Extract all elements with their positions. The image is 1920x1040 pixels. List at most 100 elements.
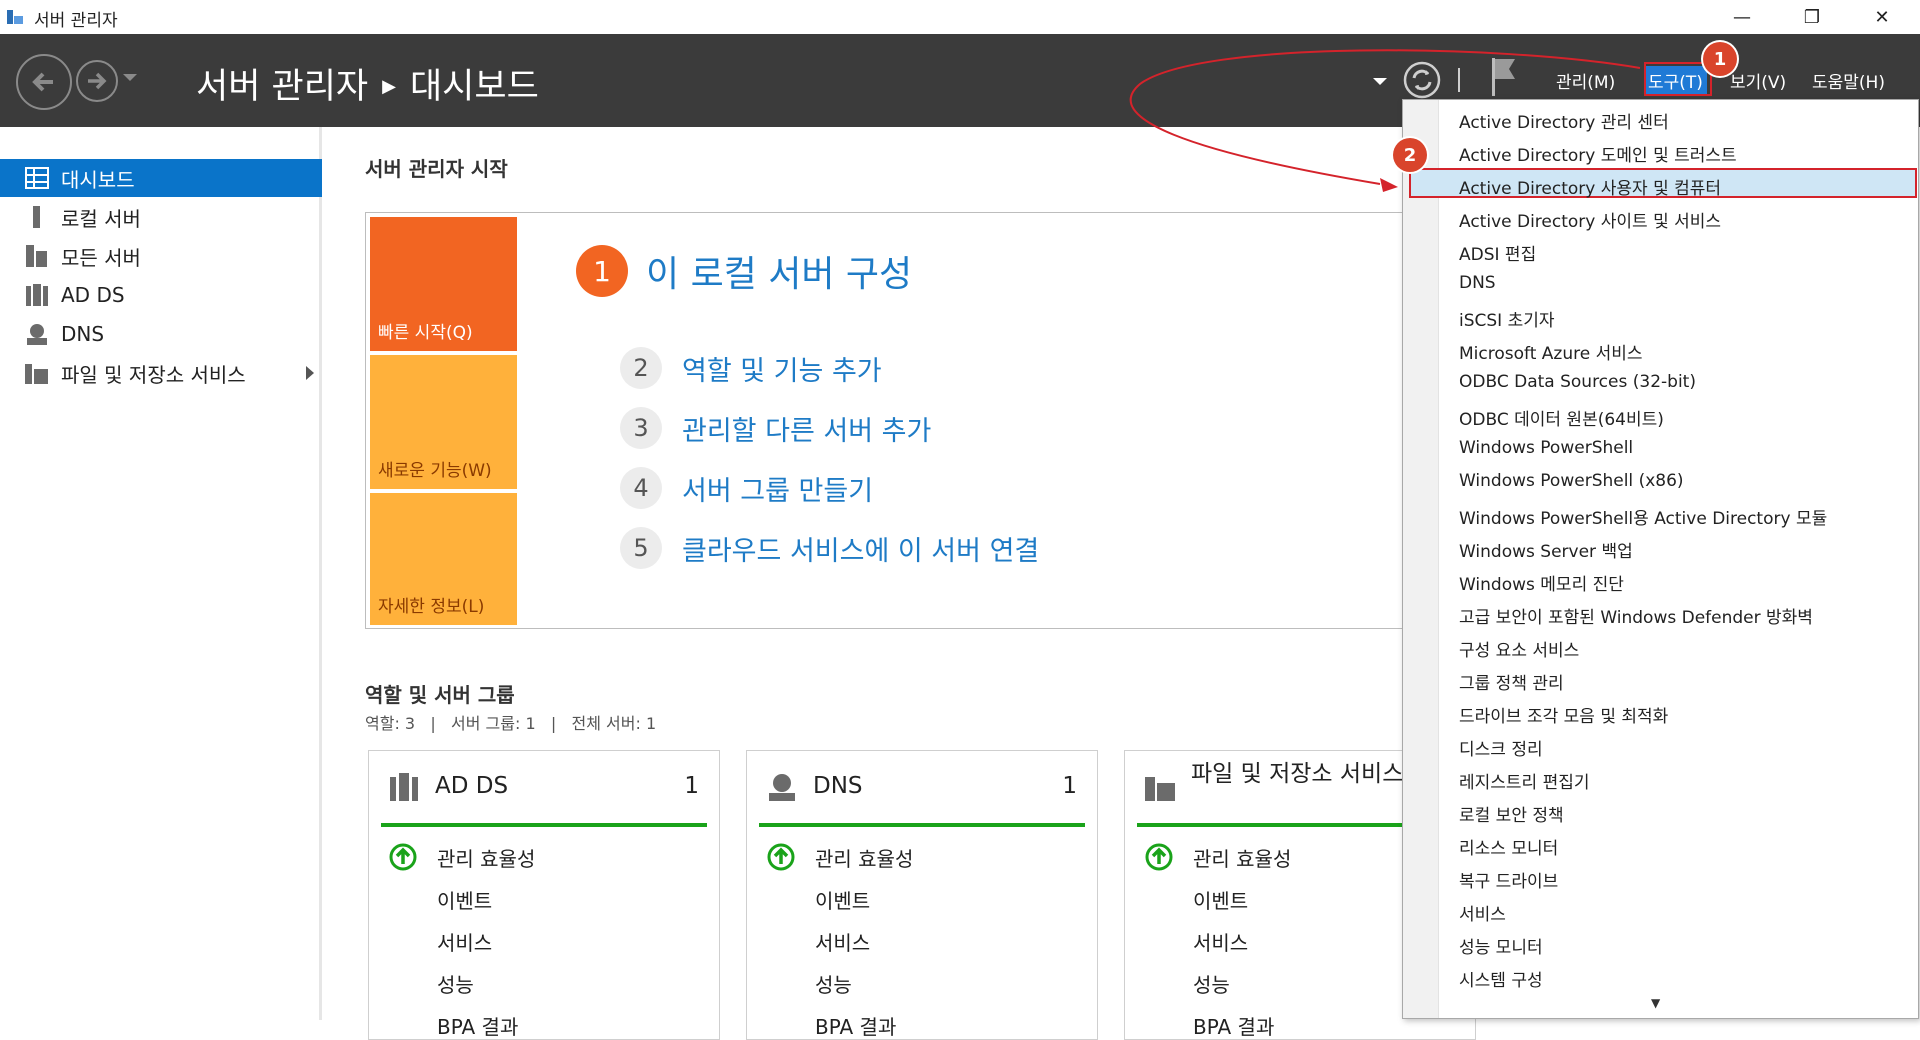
step-label: 관리할 다른 서버 추가 bbox=[682, 415, 932, 447]
menu-item-19[interactable]: 디스크 정리 bbox=[1459, 735, 1543, 760]
sidebar-item-ad-ds[interactable]: AD DS bbox=[0, 276, 322, 314]
card-row-performance[interactable]: 성능 bbox=[815, 969, 852, 998]
menu-item-16[interactable]: 구성 요소 서비스 bbox=[1459, 636, 1579, 661]
menu-item-12[interactable]: Windows PowerShell용 Active Directory 모듈 bbox=[1459, 504, 1827, 529]
expand-arrow-icon[interactable] bbox=[306, 366, 314, 380]
card-row-performance[interactable]: 성능 bbox=[1193, 969, 1230, 998]
file-storage-icon bbox=[1145, 777, 1175, 801]
flag-icon[interactable] bbox=[1490, 56, 1518, 98]
card-row-bpa[interactable]: BPA 결과 bbox=[437, 1011, 518, 1039]
breadcrumb-root[interactable]: 서버 관리자 bbox=[196, 67, 368, 107]
arrow-left-icon bbox=[32, 72, 53, 92]
dns-icon bbox=[769, 774, 795, 801]
breadcrumb: 서버 관리자 ▶ 대시보드 bbox=[196, 58, 539, 109]
step-add-roles[interactable]: 2 역할 및 기능 추가 bbox=[620, 347, 882, 389]
servers-icon bbox=[26, 245, 47, 267]
menu-item-3[interactable]: Active Directory 사이트 및 서비스 bbox=[1459, 207, 1721, 232]
tools-menu-highlight-box bbox=[1644, 62, 1712, 96]
sidebar-item-file-storage[interactable]: 파일 및 저장소 서비스 bbox=[0, 354, 322, 392]
card-count: 1 bbox=[684, 773, 699, 799]
card-row-events[interactable]: 이벤트 bbox=[1193, 885, 1248, 914]
menu-item-0[interactable]: Active Directory 관리 센터 bbox=[1459, 108, 1669, 133]
card-row-manageability[interactable]: 관리 효율성 bbox=[1193, 843, 1291, 872]
welcome-title: 서버 관리자 시작 bbox=[365, 157, 508, 181]
sidebar-item-local-server[interactable]: 로컬 서버 bbox=[0, 198, 322, 236]
menu-item-17[interactable]: 그룹 정책 관리 bbox=[1459, 669, 1564, 694]
menu-item-21[interactable]: 로컬 보안 정책 bbox=[1459, 801, 1564, 826]
card-row-performance[interactable]: 성능 bbox=[437, 969, 474, 998]
card-row-bpa[interactable]: BPA 결과 bbox=[815, 1011, 896, 1039]
step-add-servers[interactable]: 3 관리할 다른 서버 추가 bbox=[620, 407, 931, 449]
card-title: 파일 및 저장소 서비스 bbox=[1191, 761, 1404, 787]
menu-manage[interactable]: 관리(M) bbox=[1556, 68, 1615, 93]
menu-item-8[interactable]: ODBC Data Sources (32-bit) bbox=[1459, 372, 1696, 392]
minimize-button[interactable]: — bbox=[1712, 0, 1772, 34]
menu-item-6[interactable]: iSCSI 초기자 bbox=[1459, 306, 1555, 331]
tile-whats-new[interactable]: 새로운 기능(W) bbox=[370, 355, 517, 489]
sidebar-item-label: 모든 서버 bbox=[61, 245, 141, 270]
card-row-services[interactable]: 서비스 bbox=[815, 927, 870, 956]
card-count: 1 bbox=[1062, 773, 1077, 799]
menu-item-9[interactable]: ODBC 데이터 원본(64비트) bbox=[1459, 405, 1664, 430]
menu-item-23[interactable]: 복구 드라이브 bbox=[1459, 867, 1558, 892]
close-button[interactable]: ✕ bbox=[1852, 0, 1912, 34]
back-button[interactable] bbox=[16, 54, 72, 110]
tools-dropdown-menu: Active Directory 관리 센터 Active Directory 도… bbox=[1402, 99, 1919, 1019]
card-row-manageability[interactable]: 관리 효율성 bbox=[437, 843, 535, 872]
menu-item-13[interactable]: Windows Server 백업 bbox=[1459, 537, 1633, 562]
menu-item-2[interactable]: Active Directory 사용자 및 컴퓨터 bbox=[1459, 174, 1721, 199]
card-row-manageability[interactable]: 관리 효율성 bbox=[815, 843, 913, 872]
card-row-bpa[interactable]: BPA 결과 bbox=[1193, 1011, 1274, 1039]
arrow-right-icon bbox=[88, 72, 107, 90]
menu-item-7[interactable]: Microsoft Azure 서비스 bbox=[1459, 339, 1643, 364]
menu-item-26[interactable]: 시스템 구성 bbox=[1459, 966, 1543, 991]
menu-item-10[interactable]: Windows PowerShell bbox=[1459, 438, 1633, 458]
notifications-dropdown-icon[interactable] bbox=[1373, 78, 1387, 85]
history-dropdown-icon[interactable] bbox=[123, 74, 137, 81]
menu-item-1[interactable]: Active Directory 도메인 및 트러스트 bbox=[1459, 141, 1737, 166]
toolbar-divider bbox=[1458, 68, 1460, 92]
menu-view[interactable]: 보기(V) bbox=[1730, 68, 1786, 93]
menu-item-5[interactable]: DNS bbox=[1459, 273, 1496, 293]
step-number: 4 bbox=[620, 467, 662, 509]
scroll-down-icon[interactable]: ▼ bbox=[1651, 996, 1660, 1010]
sidebar-item-label: 대시보드 bbox=[61, 167, 135, 192]
menu-item-25[interactable]: 성능 모니터 bbox=[1459, 933, 1543, 958]
status-ok-icon bbox=[767, 843, 795, 871]
group-card-ad-ds[interactable]: AD DS 1 관리 효율성 이벤트 서비스 성능 BPA 결과 bbox=[368, 750, 720, 1040]
tile-quick-start[interactable]: 빠른 시작(Q) bbox=[370, 217, 517, 351]
ad-ds-icon bbox=[390, 773, 418, 801]
file-storage-icon bbox=[25, 364, 48, 384]
step-create-server-group[interactable]: 4 서버 그룹 만들기 bbox=[620, 467, 873, 509]
annotation-badge-1: 1 bbox=[1703, 42, 1737, 76]
card-title: AD DS bbox=[435, 773, 509, 799]
menu-gutter bbox=[1403, 100, 1439, 1018]
roles-title: 역할 및 서버 그룹 bbox=[365, 683, 515, 707]
forward-button[interactable] bbox=[76, 60, 118, 102]
card-row-events[interactable]: 이벤트 bbox=[437, 885, 492, 914]
menu-item-4[interactable]: ADSI 편집 bbox=[1459, 240, 1536, 265]
menu-item-14[interactable]: Windows 메모리 진단 bbox=[1459, 570, 1624, 595]
step-configure-local-server[interactable]: 1 이 로컬 서버 구성 bbox=[576, 245, 912, 297]
group-card-dns[interactable]: DNS 1 관리 효율성 이벤트 서비스 성능 BPA 결과 bbox=[746, 750, 1098, 1040]
refresh-icon[interactable] bbox=[1402, 60, 1442, 100]
sidebar-item-dashboard[interactable]: 대시보드 bbox=[0, 159, 322, 197]
menu-item-20[interactable]: 레지스트리 편집기 bbox=[1459, 768, 1590, 793]
sidebar-item-dns[interactable]: DNS bbox=[0, 315, 322, 353]
status-bar bbox=[381, 823, 707, 827]
tile-learn-more[interactable]: 자세한 정보(L) bbox=[370, 493, 517, 625]
card-row-events[interactable]: 이벤트 bbox=[815, 885, 870, 914]
menu-item-18[interactable]: 드라이브 조각 모음 및 최적화 bbox=[1459, 702, 1668, 727]
menu-item-11[interactable]: Windows PowerShell (x86) bbox=[1459, 471, 1684, 491]
menu-item-22[interactable]: 리소스 모니터 bbox=[1459, 834, 1558, 859]
card-row-services[interactable]: 서비스 bbox=[1193, 927, 1248, 956]
step-connect-cloud[interactable]: 5 클라우드 서비스에 이 서버 연결 bbox=[620, 527, 1039, 569]
card-row-services[interactable]: 서비스 bbox=[437, 927, 492, 956]
menu-item-15[interactable]: 고급 보안이 포함된 Windows Defender 방화벽 bbox=[1459, 603, 1813, 628]
sidebar-item-all-servers[interactable]: 모든 서버 bbox=[0, 237, 322, 275]
maximize-button[interactable]: ❐ bbox=[1782, 0, 1842, 34]
breadcrumb-separator-icon: ▶ bbox=[382, 76, 396, 97]
menu-item-24[interactable]: 서비스 bbox=[1459, 900, 1506, 925]
menu-help[interactable]: 도움말(H) bbox=[1812, 68, 1885, 93]
status-bar bbox=[759, 823, 1085, 827]
